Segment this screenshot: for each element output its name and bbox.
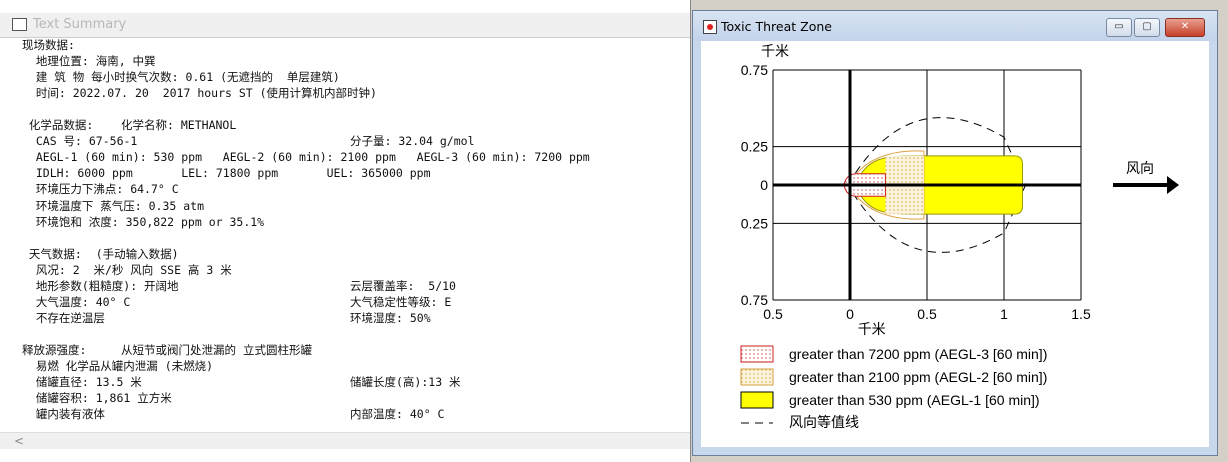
threat-zone-title: Toxic Threat Zone <box>721 19 832 34</box>
summary-right-value: 环境湿度: 50% <box>350 310 431 325</box>
wind-direction-label: 风向 <box>1126 161 1154 177</box>
legend-swatch <box>740 368 774 386</box>
text-summary-title: Text Summary <box>33 17 127 32</box>
scroll-left-arrow-icon[interactable]: < <box>14 433 24 449</box>
text-summary-window: Text Summary 现场数据: 地理位置: 海南, 中巽 建 筑 物 每小… <box>0 0 691 462</box>
y-tick-label: 0.75 <box>741 62 768 78</box>
legend-swatch <box>740 391 774 409</box>
x-tick-label: 1.5 <box>1071 306 1091 322</box>
summary-line: 储罐容积: 1,861 立方米 <box>22 391 172 406</box>
minimize-button[interactable]: ▭ <box>1106 18 1132 37</box>
x-tick-label: 1 <box>1000 306 1008 322</box>
text-summary-titlebar[interactable]: Text Summary <box>0 13 690 38</box>
threat-zone-chart: 0.750.2500.250.750.5 0 0.5 1 1.5千米千米风向greate… <box>740 44 1179 430</box>
maximize-button[interactable]: ▢ <box>1134 18 1160 37</box>
close-button[interactable]: ✕ <box>1165 18 1205 37</box>
summary-line: 地理位置: 海南, 中巽 <box>22 54 156 69</box>
summary-line: AEGL-1 (60 min): 530 ppm AEGL-2 (60 min)… <box>22 150 590 165</box>
x-tick-label: 0 <box>846 306 854 322</box>
summary-right-value: 内部温度: 40° C <box>350 407 445 422</box>
y-tick-label: 0.25 <box>741 139 768 155</box>
summary-right-value: 分子量: 32.04 g/mol <box>350 134 475 149</box>
summary-line: 不存在逆温层 <box>22 310 105 325</box>
horizontal-scrollbar[interactable]: < <box>0 432 690 449</box>
legend-swatch <box>740 345 774 363</box>
app-icon <box>703 20 717 34</box>
summary-line: CAS 号: 67-56-1 <box>22 134 138 149</box>
legend-label: greater than 2100 ppm (AEGL-2 [60 min]) <box>789 369 1047 385</box>
summary-right-value: 储罐长度(高):13 米 <box>350 375 461 390</box>
summary-line: 化学品数据: 化学名称: METHANOL <box>22 118 237 133</box>
y-tick-label: 0.25 <box>741 215 768 231</box>
x-axis-label: 千米 <box>858 322 886 338</box>
summary-right-value: 大气稳定性等级: E <box>350 294 452 309</box>
summary-line: 易燃 化学品从罐内泄漏 (未燃烧) <box>22 359 214 373</box>
summary-line: 建 筑 物 每小时换气次数: 0.61 (无遮挡的 单层建筑) <box>22 70 340 85</box>
summary-right-value: 云层覆盖率: 5/10 <box>350 278 456 293</box>
summary-line: 现场数据: <box>22 38 75 52</box>
threat-zone-plot: 0.75 0.25 0 0.25 0.75 0.5 0 0.5 1 1.5 千米 千米 风向 greate… <box>701 41 1209 447</box>
summary-line: 时间: 2022.07. 20 2017 hours ST (使用计算机内部时钟… <box>22 86 377 101</box>
wind-arrow-icon <box>1167 176 1179 194</box>
y-axis-label: 千米 <box>761 44 789 60</box>
summary-line: 风况: 2 米/秒 风向 SSE 高 3 米 <box>22 262 232 277</box>
text-summary-body: 现场数据: 地理位置: 海南, 中巽 建 筑 物 每小时换气次数: 0.61 (… <box>0 37 690 432</box>
toxic-threat-zone-window: Toxic Threat Zone ▭ ▢ ✕ 0.75 0.25 0 0.25 0.7… <box>692 10 1218 456</box>
legend-label: 风向等值线 <box>789 414 859 430</box>
threat-zone-titlebar[interactable]: Toxic Threat Zone ▭ ▢ ✕ <box>693 11 1217 41</box>
legend-label: greater than 7200 ppm (AEGL-3 [60 min]) <box>789 346 1047 362</box>
summary-line: 环境压力下沸点: 64.7° C <box>22 182 179 197</box>
summary-line: 环境温度下 蒸气压: 0.35 atm <box>22 198 205 213</box>
x-tick-label: 0.5 <box>763 306 783 322</box>
summary-line: 天气数据: (手动输入数据) <box>22 246 179 261</box>
summary-line: 地形参数(粗糙度): 开阔地 <box>22 278 179 293</box>
legend-label: greater than 530 ppm (AEGL-1 [60 min]) <box>789 392 1040 408</box>
document-icon <box>12 18 27 31</box>
summary-line: 大气温度: 40° C <box>22 294 131 309</box>
summary-line: 储罐直径: 13.5 米 <box>22 375 142 390</box>
summary-line: 释放源强度: 从短节或阀门处泄漏的 立式圆柱形罐 <box>22 342 312 357</box>
summary-line: 罐内装有液体 <box>22 407 105 422</box>
x-tick-label: 0.5 <box>917 306 937 322</box>
summary-line: IDLH: 6000 ppm LEL: 71800 ppm UEL: 36500… <box>22 166 431 181</box>
y-tick-label: 0 <box>760 177 768 193</box>
summary-line: 环境饱和 浓度: 350,822 ppm or 35.1% <box>22 214 265 229</box>
